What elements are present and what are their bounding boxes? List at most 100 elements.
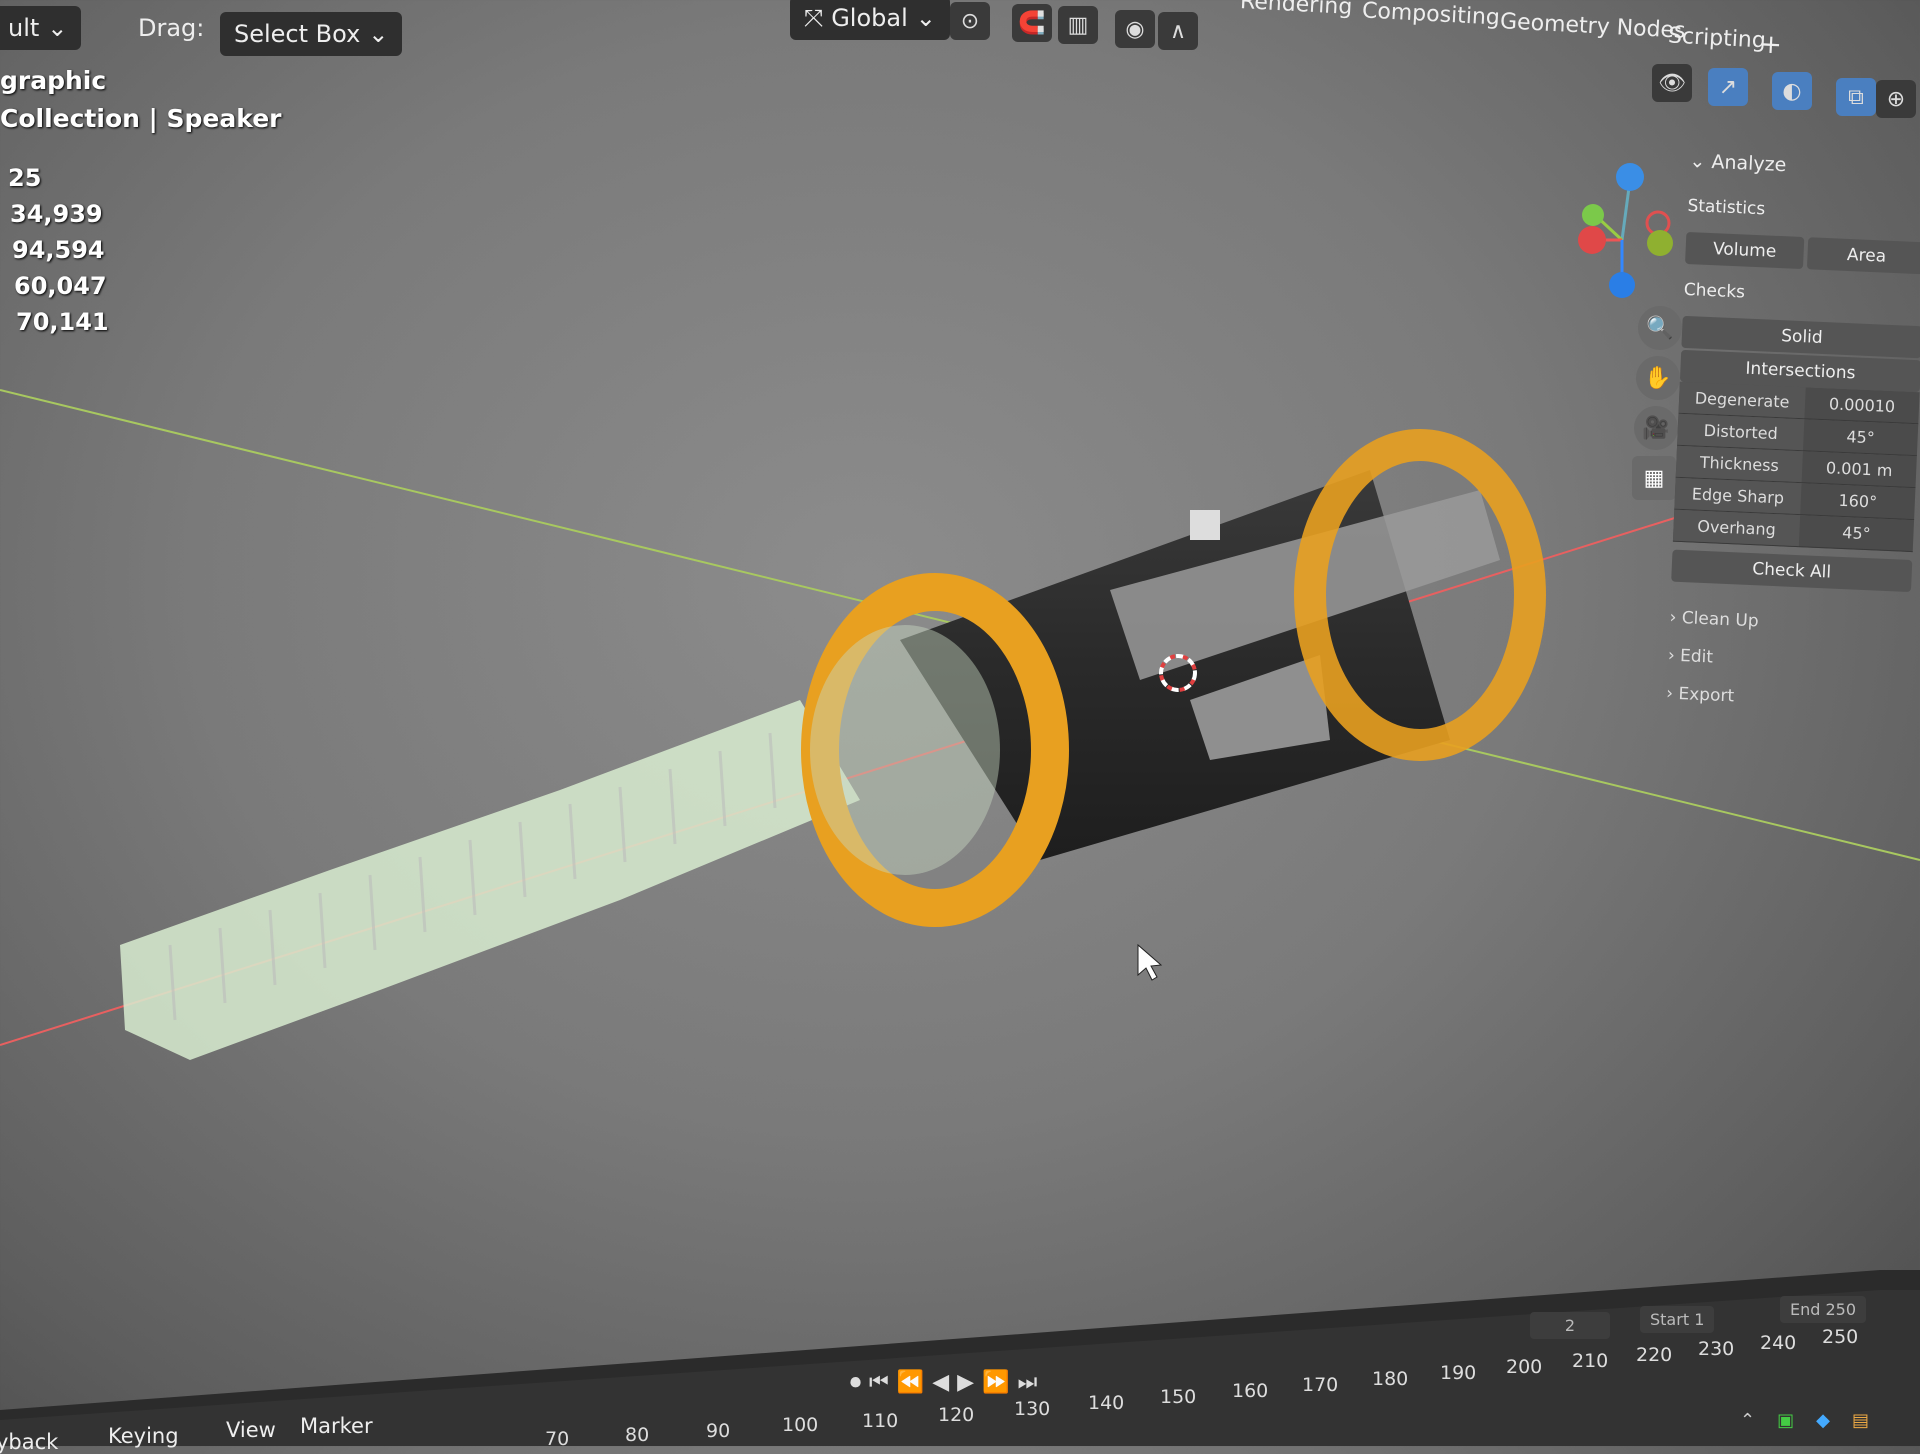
view-menu[interactable]: View: [226, 1418, 276, 1442]
tray-app-icon[interactable]: ◆: [1816, 1410, 1830, 1431]
snap-target-icon[interactable]: ▥: [1058, 6, 1098, 44]
check-all-button[interactable]: Check All: [1671, 549, 1913, 593]
mode-dropdown[interactable]: ult ⌄: [0, 6, 82, 50]
stat-edges: 94,594: [12, 236, 105, 264]
jump-keyframe-forward-icon[interactable]: ⏩: [982, 1370, 1009, 1395]
overlay-toggle-icon[interactable]: ◐: [1772, 72, 1812, 110]
chevron-down-icon: ⌄: [1689, 150, 1706, 173]
chevron-down-icon: ⌄: [915, 4, 936, 32]
camera-view-icon[interactable]: 🎥: [1634, 406, 1678, 450]
jump-end-icon[interactable]: ⏭: [1017, 1370, 1037, 1395]
frame-tick: 80: [625, 1424, 650, 1446]
tab-rendering[interactable]: Rendering: [1239, 0, 1352, 20]
frame-tick: 170: [1302, 1374, 1339, 1396]
frame-tick: 110: [862, 1410, 899, 1432]
end-frame-field[interactable]: End 250: [1780, 1296, 1867, 1323]
frame-tick: 90: [706, 1420, 731, 1442]
tab-geometry-nodes[interactable]: Geometry Nodes: [1499, 9, 1686, 44]
frame-tick: 240: [1760, 1332, 1797, 1354]
row-value[interactable]: 0.00010: [1804, 387, 1919, 423]
record-icon[interactable]: ⏺: [850, 1370, 861, 1395]
grid-perspective-icon[interactable]: ▦: [1632, 456, 1676, 500]
jump-keyframe-back-icon[interactable]: ⏪: [897, 1370, 924, 1395]
gizmo-toggle-icon[interactable]: ↗: [1708, 68, 1748, 106]
tray-app-icon[interactable]: ▤: [1852, 1410, 1869, 1431]
area-button[interactable]: Area: [1806, 237, 1920, 275]
volume-button[interactable]: Volume: [1685, 231, 1805, 270]
wireframe-shading-icon[interactable]: ⊕: [1876, 80, 1916, 118]
chevron-right-icon: ›: [1669, 607, 1677, 628]
active-object-name: Speaker: [166, 104, 282, 133]
row-value[interactable]: 0.001 m: [1802, 451, 1917, 487]
start-frame-field[interactable]: Start 1: [1640, 1306, 1715, 1333]
chevron-down-icon: ⌄: [47, 14, 68, 42]
proportional-edit-icon[interactable]: ◉: [1115, 10, 1155, 48]
play-icon[interactable]: ▶: [957, 1370, 974, 1395]
falloff-icon[interactable]: ∧: [1158, 12, 1198, 50]
row-value[interactable]: 160°: [1800, 483, 1915, 519]
mode-label: ult: [8, 14, 40, 42]
header-toolbar: ult ⌄ Drag: Select Box ⌄ ⤧ Global ⌄ ⊙ 🧲 …: [0, 0, 1920, 70]
edit-label: Edit: [1679, 646, 1714, 668]
end-value: 250: [1825, 1300, 1857, 1319]
export-label: Export: [1678, 684, 1735, 707]
gizmo-y-neg-icon: [1647, 230, 1673, 256]
chevron-right-icon: ›: [1665, 683, 1674, 704]
frame-tick: 200: [1506, 1356, 1543, 1378]
gizmo-x-pos-icon: [1578, 226, 1606, 254]
stat-objects: 25: [8, 164, 42, 192]
edit-panel[interactable]: › Edit: [1667, 646, 1908, 676]
clean-up-label: Clean Up: [1681, 608, 1760, 632]
row-value[interactable]: 45°: [1799, 515, 1914, 551]
tab-compositing[interactable]: Compositing: [1361, 0, 1500, 31]
navigation-gizmo[interactable]: [1560, 155, 1690, 305]
playback-menu[interactable]: yback: [0, 1430, 58, 1454]
visibility-icon[interactable]: 👁: [1652, 64, 1692, 102]
clean-up-panel[interactable]: › Clean Up: [1669, 608, 1910, 638]
frame-tick: 180: [1372, 1368, 1409, 1390]
start-label: Start: [1650, 1310, 1690, 1329]
system-tray: ⌃ ▣ ◆ ▤: [1740, 1410, 1869, 1431]
stat-triangles: 70,141: [16, 308, 109, 336]
export-panel[interactable]: › Export: [1666, 683, 1907, 713]
stat-vertices: 34,939: [10, 200, 103, 228]
handle: [120, 700, 860, 1060]
pivot-point-icon[interactable]: ⊙: [950, 2, 990, 40]
frame-tick: 230: [1698, 1338, 1735, 1360]
start-value: 1: [1694, 1310, 1705, 1329]
checks-label: Checks: [1683, 279, 1746, 303]
row-value[interactable]: 45°: [1803, 419, 1918, 455]
end-label: End: [1790, 1300, 1821, 1319]
chevron-up-icon[interactable]: ⌃: [1740, 1410, 1755, 1431]
tab-scripting[interactable]: Scripting: [1667, 23, 1766, 53]
view-name: graphic: [0, 66, 107, 95]
collection-path: Collection | Speaker: [0, 104, 281, 133]
row-label: Degenerate: [1678, 381, 1806, 419]
transform-orientation-dropdown[interactable]: ⤧ Global ⌄: [790, 0, 950, 40]
analyze-label: Analyze: [1710, 150, 1787, 177]
zoom-icon[interactable]: 🔍: [1638, 306, 1682, 350]
snap-icon[interactable]: 🧲: [1012, 4, 1052, 42]
stat-faces: 60,047: [14, 272, 107, 300]
keying-menu[interactable]: Keying: [108, 1424, 179, 1448]
row-label: Thickness: [1675, 445, 1803, 483]
pan-hand-icon[interactable]: ✋: [1636, 356, 1680, 400]
mouse-pointer: [1137, 943, 1163, 981]
jump-start-icon[interactable]: ⏮: [869, 1370, 889, 1395]
frame-tick: 190: [1440, 1362, 1477, 1384]
xray-toggle-icon[interactable]: ⧉: [1836, 78, 1876, 116]
chevron-down-icon: ⌄: [368, 20, 389, 48]
sidebar-panel: ⌄ Analyze Statistics Volume Area Checks …: [1663, 150, 1920, 780]
statistics-label: Statistics: [1687, 195, 1766, 220]
play-reverse-icon[interactable]: ◀: [932, 1370, 949, 1395]
tray-app-icon[interactable]: ▣: [1777, 1410, 1794, 1431]
statistics-buttons: Volume Area: [1685, 231, 1920, 275]
drag-select-dropdown[interactable]: Select Box ⌄: [220, 12, 403, 56]
frame-tick: 120: [938, 1404, 975, 1426]
drag-label: Drag:: [138, 14, 205, 42]
current-frame-field[interactable]: 2: [1530, 1312, 1610, 1339]
marker-menu[interactable]: Marker: [300, 1414, 373, 1438]
add-workspace-button[interactable]: +: [1759, 29, 1782, 60]
orientation-label: Global: [831, 4, 908, 32]
frame-tick: 250: [1822, 1326, 1859, 1348]
